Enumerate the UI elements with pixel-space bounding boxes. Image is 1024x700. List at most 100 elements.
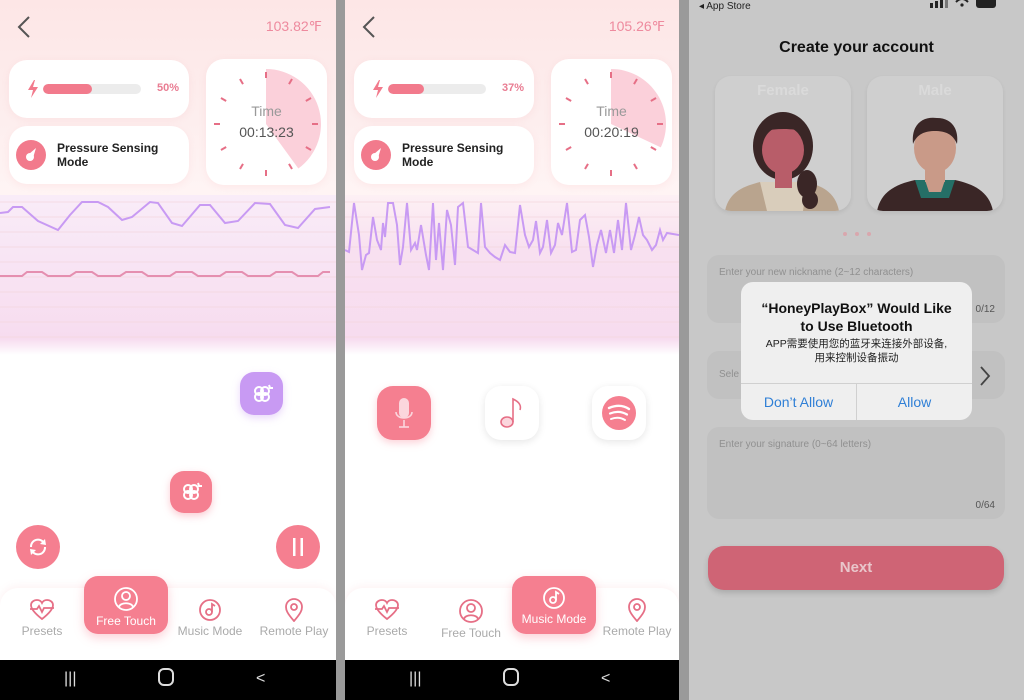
music-disc-icon: [199, 599, 221, 621]
pause-icon: [293, 538, 303, 556]
android-back-button[interactable]: <: [256, 670, 265, 688]
battery-bar: [43, 84, 141, 94]
clover-icon: [253, 384, 273, 402]
mode-label: Pressure Sensing Mode: [57, 141, 159, 169]
android-nav-bar: ||| <: [345, 660, 679, 700]
bluetooth-permission-alert: “HoneyPlayBox” Would Like to Use Bluetoot…: [741, 282, 972, 420]
nav-music-mode[interactable]: Music Mode: [168, 588, 252, 660]
bottom-nav: Presets Free Touch Music Mode Remote Pla…: [345, 576, 679, 660]
user-circle-icon: [459, 599, 483, 623]
timer-value: 00:13:23: [239, 124, 294, 140]
heart-pulse-icon: [30, 599, 54, 621]
location-pin-icon: [285, 598, 303, 622]
battery-percent: 37%: [501, 82, 524, 94]
music-disc-icon: [543, 587, 565, 609]
mode-label: Pressure Sensing Mode: [402, 141, 504, 169]
signature-counter: 0/64: [975, 500, 995, 511]
music-note-icon: [500, 397, 522, 428]
gauge-icon: [16, 140, 46, 170]
nav-free-touch[interactable]: Free Touch: [84, 576, 168, 634]
clover-icon: [183, 482, 202, 500]
microphone-icon: [395, 398, 413, 428]
allow-button[interactable]: Allow: [857, 384, 972, 420]
battery-percent: 50%: [156, 82, 179, 94]
next-button[interactable]: Next: [708, 546, 1004, 590]
home-button[interactable]: [503, 668, 519, 686]
alert-message: APP需要使用您的蓝牙来连接外部设备, 用来控制设备振动: [765, 338, 948, 364]
signature-input[interactable]: Enter your signature (0~64 letters) 0/64: [707, 427, 1005, 519]
dont-allow-button[interactable]: Don’t Allow: [741, 384, 857, 420]
waveform-chart: [345, 195, 679, 355]
pattern-button-pink[interactable]: [170, 471, 212, 513]
timer-tick: [220, 97, 227, 102]
nav-presets[interactable]: Presets: [345, 588, 429, 660]
lightning-icon: [373, 80, 383, 98]
pattern-button-purple[interactable]: [240, 372, 283, 415]
bottom-nav: Presets Free Touch Music Mode Remote Pla…: [0, 576, 336, 660]
alert-title: “HoneyPlayBox” Would Like to Use Bluetoot…: [761, 300, 952, 334]
mode-card[interactable]: Pressure Sensing Mode: [9, 126, 189, 184]
gender-card-female[interactable]: Female: [715, 76, 851, 211]
lightning-icon: [28, 80, 38, 98]
recents-button[interactable]: |||: [409, 670, 421, 688]
timer-tick: [288, 163, 293, 170]
timer-tick: [584, 163, 589, 170]
refresh-icon: [30, 538, 46, 556]
android-nav-bar: ||| <: [0, 660, 336, 700]
timer-tick: [239, 78, 244, 85]
temperature-readout: 105.26℉: [608, 18, 665, 34]
timer-value: 00:20:19: [584, 124, 639, 140]
spotify-icon: [602, 396, 636, 430]
battery-card: 50%: [9, 60, 189, 118]
nav-presets[interactable]: Presets: [0, 588, 84, 660]
gender-card-male[interactable]: Male: [867, 76, 1003, 211]
timer-tick: [239, 163, 244, 170]
waveform-chart: [0, 195, 336, 355]
music-mode-screen: 105.26℉ 37% Pressure Sensing Mode Time 00…: [345, 0, 679, 700]
temperature-readout: 103.82℉: [265, 18, 322, 34]
timer-dial: [214, 69, 321, 176]
timer-label: Time: [596, 103, 627, 119]
create-account-screen: ◂ App Store Create your account Female M…: [689, 0, 1024, 700]
timer-label: Time: [251, 103, 282, 119]
timer-dial: [559, 69, 666, 176]
source-microphone-button[interactable]: [377, 386, 431, 440]
battery-fill: [388, 84, 425, 94]
free-touch-screen: 103.82℉ 50% Pressure Sensing Mode Time 00…: [0, 0, 336, 700]
timer-card: Time 00:20:19: [551, 59, 672, 185]
nickname-counter: 0/12: [975, 304, 995, 315]
pause-button[interactable]: [276, 525, 320, 569]
app-store-back-link[interactable]: ◂ App Store: [699, 1, 751, 12]
battery-bar: [388, 84, 486, 94]
timer-tick: [650, 146, 657, 151]
android-back-button[interactable]: <: [601, 670, 610, 688]
back-arrow-icon[interactable]: [14, 14, 36, 40]
home-button[interactable]: [158, 668, 174, 686]
mode-card[interactable]: Pressure Sensing Mode: [354, 126, 534, 184]
refresh-button[interactable]: [16, 525, 60, 569]
chevron-right-icon: [980, 366, 991, 386]
location-pin-icon: [628, 598, 646, 622]
timer-tick: [633, 163, 638, 170]
timer-tick: [584, 78, 589, 85]
back-arrow-icon[interactable]: [359, 14, 381, 40]
nav-free-touch[interactable]: Free Touch: [429, 588, 513, 660]
nav-remote-play[interactable]: Remote Play: [595, 588, 679, 660]
user-circle-icon: [114, 587, 138, 611]
heart-pulse-icon: [375, 599, 399, 621]
status-icons: [930, 0, 996, 8]
timer-tick: [220, 146, 227, 151]
battery-fill: [43, 84, 92, 94]
page-indicator: [839, 223, 875, 241]
source-spotify-button[interactable]: [592, 386, 646, 440]
nav-music-mode[interactable]: Music Mode: [512, 576, 596, 634]
timer-tick: [565, 146, 572, 151]
timer-tick: [565, 97, 572, 102]
nav-remote-play[interactable]: Remote Play: [252, 588, 336, 660]
page-title: Create your account: [779, 39, 934, 56]
timer-card: Time 00:13:23: [206, 59, 327, 185]
battery-card: 37%: [354, 60, 534, 118]
source-music-button[interactable]: [485, 386, 539, 440]
gauge-icon: [361, 140, 391, 170]
recents-button[interactable]: |||: [64, 670, 76, 688]
